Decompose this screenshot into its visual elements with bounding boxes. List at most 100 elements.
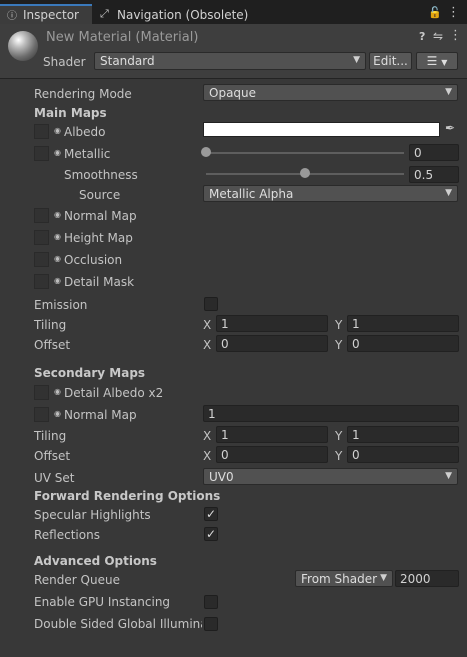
height-map-label: Height Map <box>64 231 133 245</box>
y-label: Y <box>335 449 343 463</box>
x-label: X <box>203 429 212 443</box>
render-queue-label: Render Queue <box>34 573 120 587</box>
specular-highlights-checkbox[interactable]: ✓ <box>204 507 218 521</box>
shader-label: Shader <box>43 55 86 69</box>
specular-highlights-label: Specular Highlights <box>34 508 151 522</box>
help-icon[interactable]: ? <box>419 30 425 43</box>
tab-inspector-label: Inspector <box>23 8 79 22</box>
metallic-slider-track[interactable] <box>206 152 404 154</box>
info-icon: ⓘ <box>7 11 17 22</box>
normal-map-texture-slot[interactable] <box>34 208 49 223</box>
shader-menu-button[interactable]: ☰ ▼ <box>416 52 458 70</box>
shader-dropdown[interactable]: Standard ▼ <box>94 52 366 70</box>
tiling-x-field[interactable]: 1 <box>216 315 328 332</box>
uv-set-value: UV0 <box>209 470 234 484</box>
rendering-mode-dropdown[interactable]: Opaque ▼ <box>203 84 458 101</box>
secondary-offset-x-field[interactable]: 0 <box>216 446 328 463</box>
tiling-label: Tiling <box>34 318 67 332</box>
chevron-down-icon: ▼ <box>353 55 360 65</box>
y-label: Y <box>335 338 343 352</box>
navigation-icon: ⤢ <box>100 7 109 20</box>
offset-y-field[interactable]: 0 <box>347 335 459 352</box>
chevron-down-icon: ▼ <box>445 471 452 481</box>
tab-navigation[interactable]: Navigation (Obsolete) <box>117 8 248 22</box>
source-label: Source <box>79 188 121 202</box>
y-label: Y <box>335 429 343 443</box>
secondary-tiling-label: Tiling <box>34 429 67 443</box>
detail-normal-label: Normal Map <box>64 408 137 422</box>
detail-albedo-label: Detail Albedo x2 <box>64 386 164 400</box>
x-label: X <box>203 318 212 332</box>
material-preview-sphere <box>8 31 38 61</box>
smoothness-value-field[interactable]: 0.5 <box>409 166 459 183</box>
albedo-texture-slot[interactable] <box>34 124 49 139</box>
uv-set-label: UV Set <box>34 471 75 485</box>
edit-shader-button[interactable]: Edit... <box>369 52 412 70</box>
object-picker-icon[interactable]: ◉ <box>54 148 61 157</box>
secondary-maps-heading: Secondary Maps <box>34 366 146 380</box>
x-label: X <box>203 338 212 352</box>
x-label: X <box>203 449 212 463</box>
checkmark-icon: ✓ <box>205 507 217 521</box>
metallic-label: Metallic <box>64 147 111 161</box>
smoothness-slider-handle[interactable] <box>300 168 310 178</box>
gpu-instancing-checkbox[interactable] <box>204 595 218 609</box>
detail-mask-label: Detail Mask <box>64 275 135 289</box>
chevron-down-icon: ▼ <box>441 58 448 67</box>
albedo-color-swatch[interactable] <box>203 122 440 137</box>
eyedropper-icon[interactable]: ✒ <box>445 121 455 135</box>
occlusion-texture-slot[interactable] <box>34 252 49 267</box>
gpu-instancing-label: Enable GPU Instancing <box>34 595 171 609</box>
object-picker-icon[interactable]: ◉ <box>54 210 61 219</box>
secondary-tiling-x-field[interactable]: 1 <box>216 426 328 443</box>
smoothness-label: Smoothness <box>64 168 138 182</box>
source-value: Metallic Alpha <box>209 187 294 201</box>
object-picker-icon[interactable]: ◉ <box>54 409 61 418</box>
offset-label: Offset <box>34 338 71 352</box>
shader-value: Standard <box>100 54 155 68</box>
secondary-tiling-y-field[interactable]: 1 <box>347 426 459 443</box>
render-queue-mode-value: From Shader <box>301 572 378 586</box>
kebab-menu-icon[interactable]: ⋮ <box>447 5 460 20</box>
chevron-down-icon: ▼ <box>380 573 387 583</box>
chevron-down-icon: ▼ <box>445 87 452 97</box>
metallic-slider-handle[interactable] <box>201 147 211 157</box>
render-queue-value-field[interactable]: 2000 <box>395 570 459 587</box>
detail-normal-scale-field[interactable]: 1 <box>203 405 459 422</box>
advanced-options-heading: Advanced Options <box>34 554 157 568</box>
forward-rendering-heading: Forward Rendering Options <box>34 489 221 503</box>
secondary-offset-label: Offset <box>34 449 71 463</box>
object-picker-icon[interactable]: ◉ <box>54 232 61 241</box>
emission-checkbox[interactable] <box>204 297 218 311</box>
offset-x-field[interactable]: 0 <box>216 335 328 352</box>
uv-set-dropdown[interactable]: UV0 ▼ <box>203 468 458 485</box>
object-picker-icon[interactable]: ◉ <box>54 276 61 285</box>
smoothness-source-dropdown[interactable]: Metallic Alpha ▼ <box>203 185 458 202</box>
secondary-offset-y-field[interactable]: 0 <box>347 446 459 463</box>
tiling-y-field[interactable]: 1 <box>347 315 459 332</box>
reflections-checkbox[interactable]: ✓ <box>204 527 218 541</box>
double-sided-gi-checkbox[interactable] <box>204 617 218 631</box>
height-map-texture-slot[interactable] <box>34 230 49 245</box>
detail-albedo-texture-slot[interactable] <box>34 385 49 400</box>
checkmark-icon: ✓ <box>205 527 217 541</box>
object-picker-icon[interactable]: ◉ <box>54 387 61 396</box>
detail-normal-texture-slot[interactable] <box>34 407 49 422</box>
render-queue-mode-dropdown[interactable]: From Shader ▼ <box>295 570 393 587</box>
chevron-down-icon: ▼ <box>445 188 452 198</box>
list-icon: ☰ <box>426 54 438 68</box>
object-picker-icon[interactable]: ◉ <box>54 254 61 263</box>
albedo-label: Albedo <box>64 125 106 139</box>
occlusion-label: Occlusion <box>64 253 123 267</box>
metallic-texture-slot[interactable] <box>34 146 49 161</box>
y-label: Y <box>335 318 343 332</box>
metallic-value-field[interactable]: 0 <box>409 144 459 161</box>
context-menu-icon[interactable]: ⋮ <box>449 28 462 43</box>
material-name: New Material (Material) <box>46 30 199 45</box>
lock-icon[interactable]: 🔓 <box>428 6 442 19</box>
rendering-mode-label: Rendering Mode <box>34 87 132 101</box>
detail-mask-texture-slot[interactable] <box>34 274 49 289</box>
object-picker-icon[interactable]: ◉ <box>54 126 61 135</box>
normal-map-label: Normal Map <box>64 209 137 223</box>
preset-icon[interactable]: ⇋ <box>433 29 443 43</box>
